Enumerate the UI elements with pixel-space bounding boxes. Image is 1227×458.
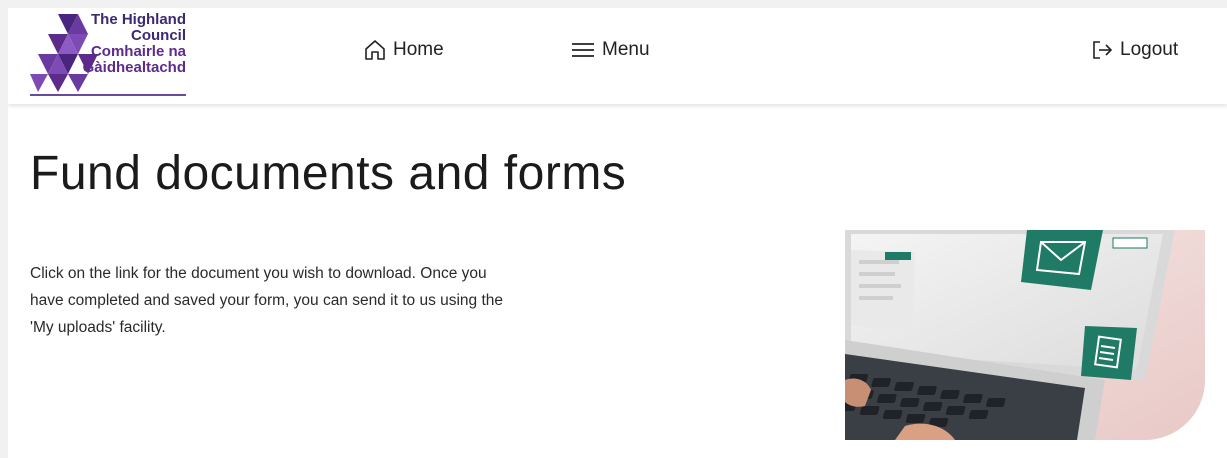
page: The Highland Council Comhairle na Gàidhe…	[8, 8, 1227, 458]
logo-text: The Highland Council Comhairle na Gàidhe…	[83, 12, 186, 76]
page-title: Fund documents and forms	[30, 147, 627, 200]
intro-line-3: 'My uploads' facility.	[30, 319, 166, 336]
intro-line-1: Click on the link for the document you w…	[30, 265, 487, 282]
nav-logout-label: Logout	[1120, 39, 1179, 60]
highland-council-logo[interactable]: The Highland Council Comhairle na Gàidhe…	[28, 12, 188, 96]
hamburger-menu-icon	[572, 43, 594, 57]
nav-menu-button[interactable]: Menu	[570, 38, 650, 62]
nav-home-label: Home	[393, 39, 444, 60]
logout-icon	[1093, 41, 1113, 59]
logo-line-4: Gàidhealtachd	[82, 59, 186, 76]
home-icon	[365, 40, 385, 60]
laptop-illustration	[845, 230, 1205, 440]
nav-home-link[interactable]: Home	[363, 38, 444, 62]
logo-underline	[30, 94, 186, 96]
logo-line-3: Comhairle na	[90, 43, 186, 60]
logo-line-2: Council	[131, 27, 186, 44]
nav-menu-label: Menu	[602, 39, 650, 60]
intro-line-2: have completed and saved your form, you …	[30, 292, 504, 309]
nav-logout-button[interactable]: Logout	[1090, 38, 1178, 62]
site-header: The Highland Council Comhairle na Gàidhe…	[8, 8, 1227, 104]
hero-image	[845, 230, 1205, 440]
intro-paragraph: Click on the link for the document you w…	[30, 260, 630, 341]
logo-line-1: The Highland	[91, 11, 186, 28]
